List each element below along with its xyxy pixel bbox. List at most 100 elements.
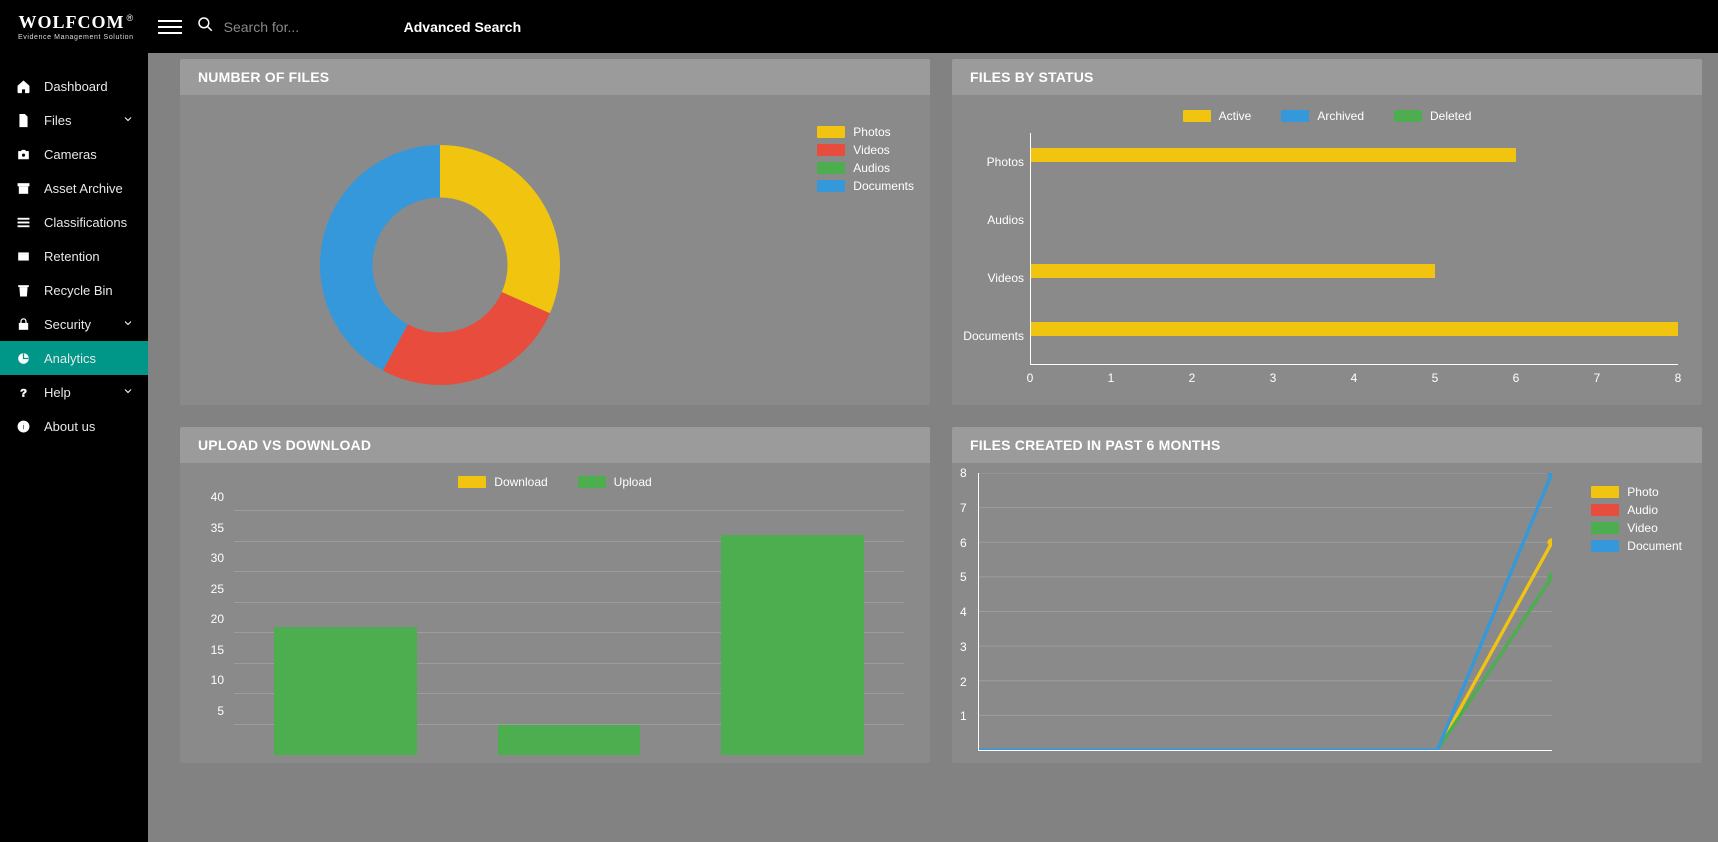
bar <box>1030 264 1435 278</box>
search-icon[interactable] <box>196 15 214 38</box>
card-title: NUMBER OF FILES <box>180 59 930 95</box>
sidebar-item-retention[interactable]: Retention <box>0 239 148 273</box>
sidebar-item-label: Dashboard <box>44 79 134 94</box>
legend-label: Document <box>1627 539 1682 553</box>
axis-tick: 15 <box>196 643 224 657</box>
line-legend: Photo Audio Video Document <box>1591 485 1682 553</box>
chevron-down-icon <box>122 385 134 400</box>
sidebar-item-analytics[interactable]: Analytics <box>0 341 148 375</box>
brand-logo[interactable]: WOLFCOM® Evidence Management Solution <box>18 13 134 41</box>
legend-item[interactable]: Photos <box>817 125 914 139</box>
legend-label: Audio <box>1627 503 1658 517</box>
file-icon <box>14 113 32 128</box>
legend-swatch <box>578 476 606 488</box>
sidebar-item-cameras[interactable]: Cameras <box>0 137 148 171</box>
advanced-search-link[interactable]: Advanced Search <box>404 19 522 35</box>
chevron-down-icon <box>122 317 134 332</box>
donut-chart <box>290 115 590 405</box>
legend-label: Photos <box>853 125 890 139</box>
legend-item[interactable]: Documents <box>817 179 914 193</box>
lock-icon <box>14 317 32 332</box>
sidebar-item-label: Cameras <box>44 147 134 162</box>
card-files-by-status: FILES BY STATUS ActiveArchivedDeleted Ph… <box>952 59 1702 405</box>
legend-swatch <box>1591 522 1619 534</box>
sidebar-item-asset-archive[interactable]: Asset Archive <box>0 171 148 205</box>
legend-item[interactable]: Photo <box>1591 485 1682 499</box>
axis-tick: 2 <box>960 675 967 689</box>
sidebar: Dashboard Files Cameras Asset Archive Classi… <box>0 53 148 842</box>
sidebar-item-label: About us <box>44 419 134 434</box>
sidebar-item-classifications[interactable]: Classifications <box>0 205 148 239</box>
legend-item[interactable]: Video <box>1591 521 1682 535</box>
legend-label: Deleted <box>1430 109 1471 123</box>
axis-tick: 5 <box>960 570 967 584</box>
axis-tick: 5 <box>1432 371 1439 385</box>
legend-item[interactable]: Archived <box>1281 109 1364 123</box>
axis-label: Documents <box>968 307 1030 365</box>
sidebar-item-security[interactable]: Security <box>0 307 148 341</box>
status-legend: Active Archived Deleted <box>968 103 1686 133</box>
axis-tick: 1 <box>1108 371 1115 385</box>
bar <box>1030 322 1678 336</box>
legend-swatch <box>817 180 845 192</box>
legend-swatch <box>458 476 486 488</box>
bar <box>1030 148 1516 162</box>
bar <box>498 725 641 756</box>
card-number-of-files: NUMBER OF FILES Photos Videos Audios Docume… <box>180 59 930 405</box>
axis-label: Videos <box>968 249 1030 307</box>
legend-label: Active <box>1219 109 1252 123</box>
sidebar-item-label: Asset Archive <box>44 181 134 196</box>
chevron-down-icon <box>122 113 134 128</box>
sidebar-item-dashboard[interactable]: Dashboard <box>0 69 148 103</box>
analytics-icon <box>14 351 32 366</box>
brand-tagline: Evidence Management Solution <box>18 34 134 41</box>
sidebar-item-help[interactable]: ? Help <box>0 375 148 409</box>
bar <box>721 535 864 755</box>
vbar-chart: 510152025303540 <box>196 495 914 755</box>
sidebar-item-files[interactable]: Files <box>0 103 148 137</box>
main-content: NUMBER OF FILES PhotosVideosAudiosDocume… <box>148 53 1718 842</box>
axis-tick: 8 <box>960 466 967 480</box>
axis-tick: 3 <box>1270 371 1277 385</box>
legend-item[interactable]: Document <box>1591 539 1682 553</box>
svg-text:?: ? <box>20 387 27 399</box>
card-title: FILES BY STATUS <box>952 59 1702 95</box>
legend-item[interactable]: Audio <box>1591 503 1682 517</box>
legend-item[interactable]: Audios <box>817 161 914 175</box>
legend-swatch <box>817 126 845 138</box>
legend-item[interactable]: Download <box>458 475 547 489</box>
brand-name: WOLFCOM <box>19 12 125 32</box>
search-input[interactable] <box>224 19 344 35</box>
axis-tick: 8 <box>1675 371 1682 385</box>
axis-label: Audios <box>968 191 1030 249</box>
hamburger-menu-icon[interactable] <box>158 15 182 39</box>
search-box <box>196 15 344 38</box>
axis-tick: 35 <box>196 521 224 535</box>
sidebar-item-label: Recycle Bin <box>44 283 134 298</box>
legend-swatch <box>1183 110 1211 122</box>
info-icon: i <box>14 419 32 434</box>
sidebar-item-label: Classifications <box>44 215 134 230</box>
legend-swatch <box>1394 110 1422 122</box>
sidebar-item-label: Security <box>44 317 122 332</box>
upload-download-legend: Download Upload <box>196 471 914 495</box>
axis-tick: 1 <box>960 709 967 723</box>
sidebar-item-label: Files <box>44 113 122 128</box>
retention-icon <box>14 249 32 264</box>
legend-swatch <box>1591 540 1619 552</box>
legend-label: Videos <box>853 143 889 157</box>
sidebar-item-about-us[interactable]: i About us <box>0 409 148 443</box>
axis-tick: 7 <box>960 501 967 515</box>
sidebar-item-label: Help <box>44 385 122 400</box>
legend-item[interactable]: Deleted <box>1394 109 1471 123</box>
camera-icon <box>14 147 32 162</box>
axis-tick: 0 <box>1027 371 1034 385</box>
card-files-created-6mo: FILES CREATED IN PAST 6 MONTHS 12345678 … <box>952 427 1702 763</box>
legend-item[interactable]: Active <box>1183 109 1252 123</box>
legend-item[interactable]: Upload <box>578 475 652 489</box>
sidebar-item-label: Retention <box>44 249 134 264</box>
legend-item[interactable]: Videos <box>817 143 914 157</box>
sidebar-item-recycle-bin[interactable]: Recycle Bin <box>0 273 148 307</box>
axis-tick: 20 <box>196 612 224 626</box>
legend-label: Audios <box>853 161 890 175</box>
